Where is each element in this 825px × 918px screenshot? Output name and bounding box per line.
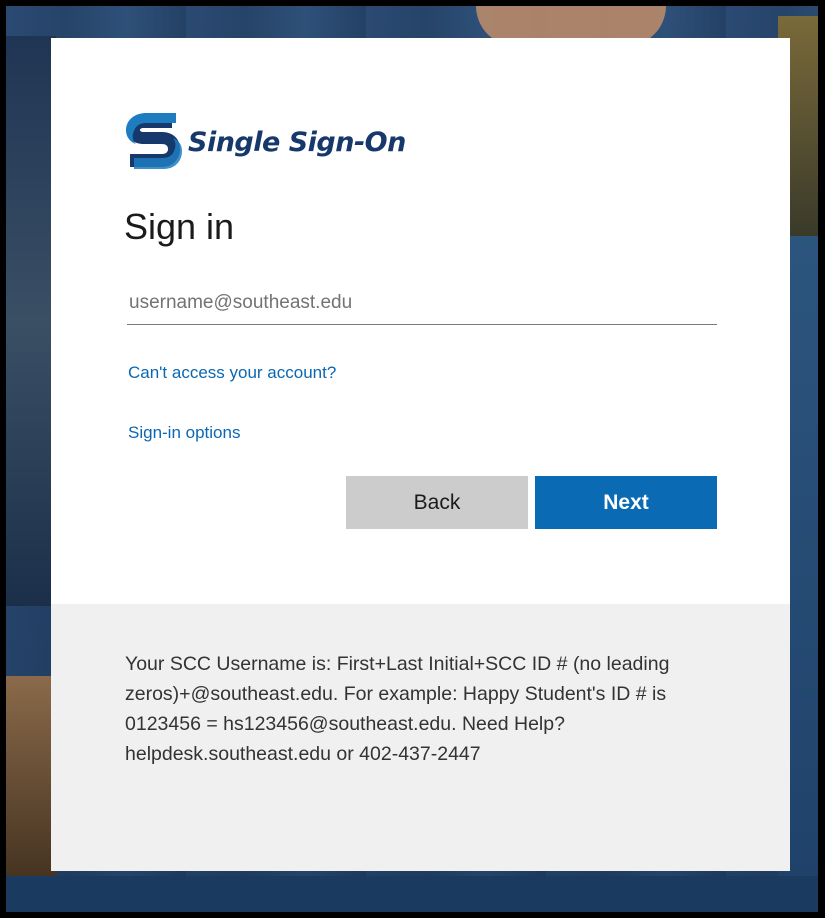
cant-access-account-link[interactable]: Can't access your account? [128, 363, 336, 383]
background-photo-detail [6, 36, 56, 606]
username-input[interactable] [127, 282, 717, 325]
username-help-text: Your SCC Username is: First+Last Initial… [125, 653, 670, 765]
background-photo-detail [6, 876, 818, 912]
background-image: Single Sign-On Sign in Can't access your… [6, 6, 818, 912]
page-title: Sign in [124, 206, 235, 247]
back-button[interactable]: Back [346, 476, 528, 529]
next-button[interactable]: Next [535, 476, 717, 529]
sso-logo: Single Sign-On [124, 111, 406, 173]
sign-in-options-link[interactable]: Sign-in options [128, 423, 240, 443]
help-footer: Your SCC Username is: First+Last Initial… [51, 604, 790, 871]
s-logo-icon [126, 113, 182, 169]
logo-title: Single Sign-On [188, 126, 406, 158]
sign-in-card: Single Sign-On Sign in Can't access your… [51, 38, 790, 871]
